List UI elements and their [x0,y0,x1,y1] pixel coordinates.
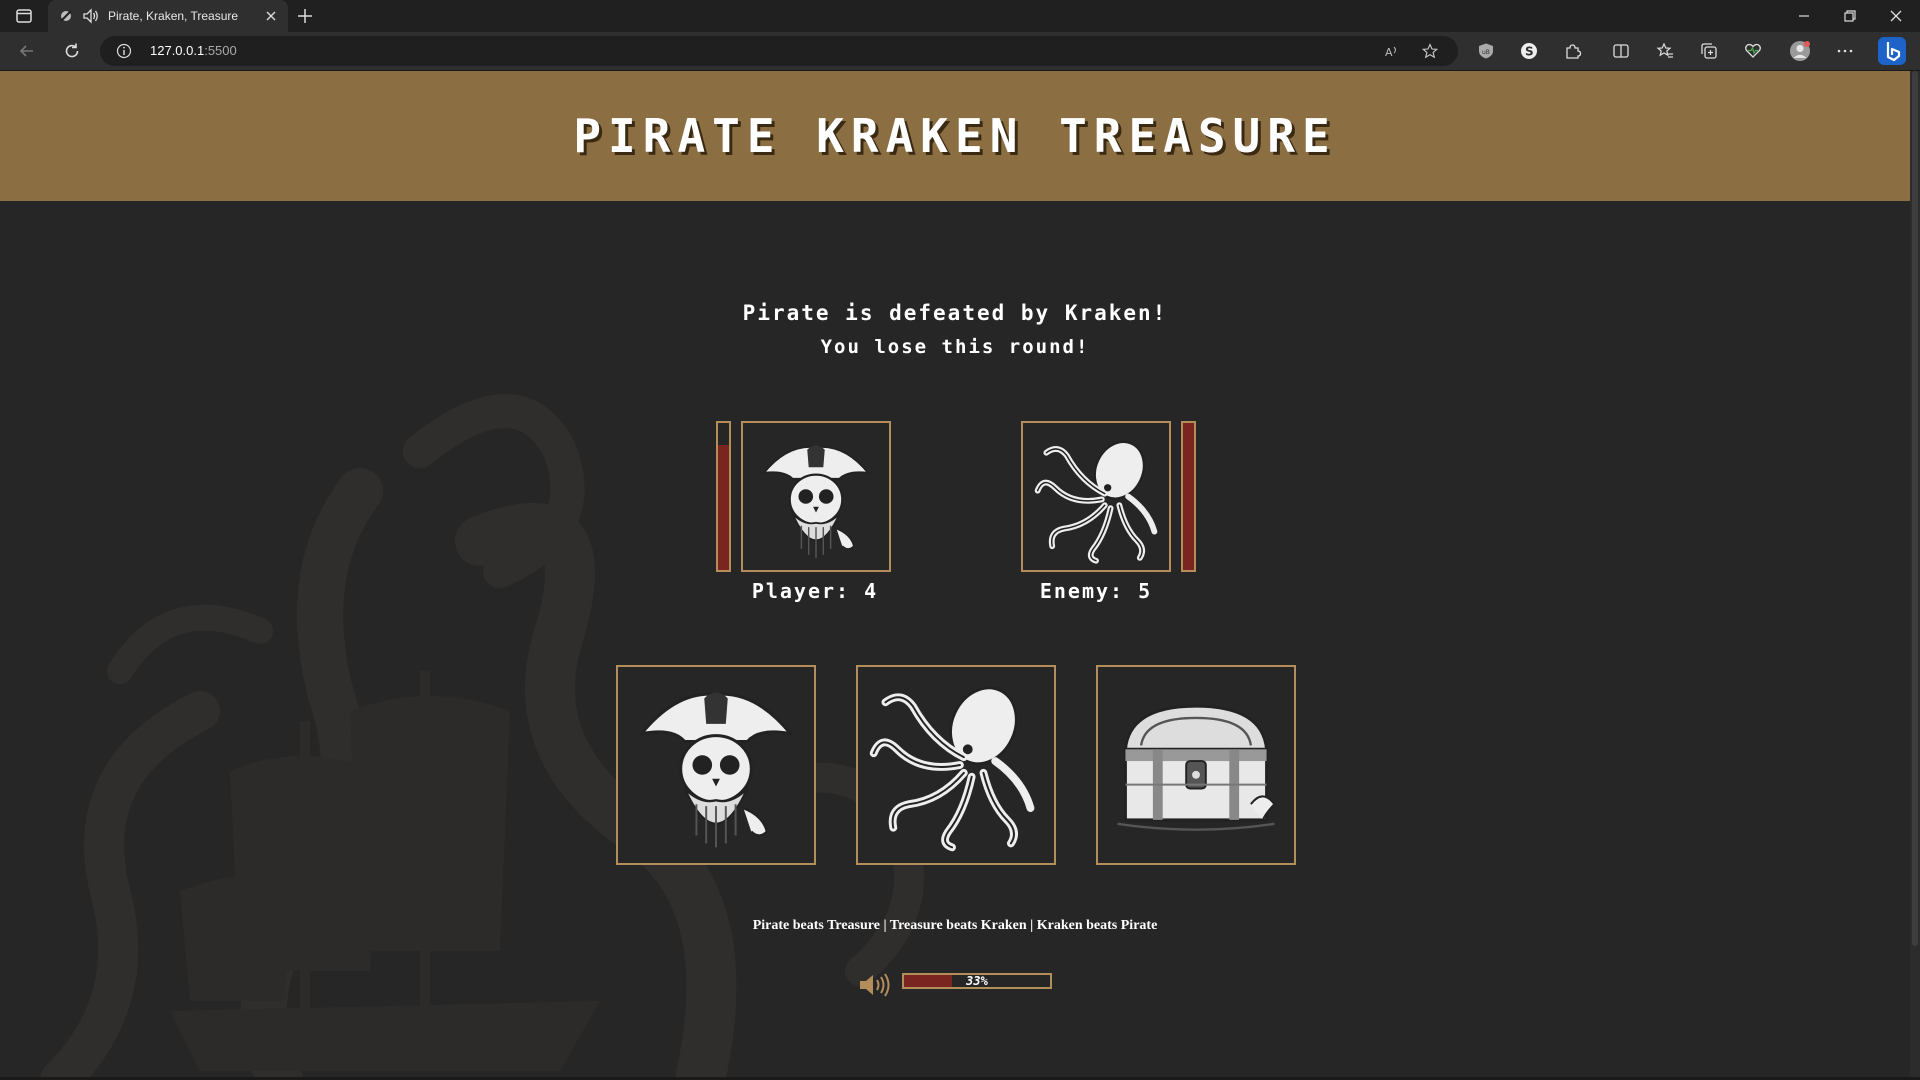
svg-text:uB: uB [1482,49,1490,56]
url-port: :5500 [204,43,237,58]
site-favicon-icon [60,10,72,22]
tab-audio-icon[interactable] [82,8,100,24]
kraken-choice-button[interactable] [856,665,1056,865]
browser-essentials-icon[interactable] [1744,42,1762,60]
favorites-icon[interactable] [1656,42,1674,60]
volume-percent: 33% [966,974,988,988]
minimize-icon[interactable] [1796,8,1812,24]
volume-slider[interactable]: 33% [902,973,1052,989]
site-info-icon[interactable] [116,43,132,59]
tab-title: Pirate, Kraken, Treasure [108,9,239,23]
pirate-skull-icon [637,692,795,848]
browser-tab-bar: Pirate, Kraken, Treasure [0,0,1920,32]
page-scrollbar[interactable] [1910,71,1920,1080]
close-tab-icon[interactable] [264,9,278,23]
ublock-shield-icon[interactable]: uB [1477,42,1495,60]
enemy-score: Enemy: 5 [1039,579,1153,603]
player-health-fill [718,445,729,570]
refresh-icon[interactable] [62,41,82,61]
browser-tab[interactable]: Pirate, Kraken, Treasure [48,0,288,32]
scrollbar-thumb[interactable] [1912,71,1918,946]
treasure-choice-button[interactable] [1096,665,1296,865]
game-page: PIRATE KRAKEN TREASURE Pirate is defeate… [0,71,1920,1080]
enemy-health-fill [1183,423,1194,570]
player-choice-card [741,421,891,572]
favorite-star-icon[interactable] [1422,43,1438,59]
extension-s-icon[interactable]: S [1520,42,1538,60]
back-icon[interactable] [17,41,37,61]
player-health-bar [716,421,731,572]
svg-text:S: S [1525,45,1534,59]
pirate-skull-icon [760,445,872,558]
game-header: PIRATE KRAKEN TREASURE [0,71,1910,201]
tab-actions-icon[interactable] [14,6,34,26]
bing-copilot-icon[interactable] [1878,37,1906,65]
url-text: 127.0.0.1:5500 [150,43,237,58]
restore-icon[interactable] [1842,8,1858,24]
split-screen-icon[interactable] [1612,42,1630,60]
extensions-puzzle-icon[interactable] [1564,42,1582,60]
enemy-choice-card [1021,421,1171,572]
round-result-message: Pirate is defeated by Kraken! [742,301,1168,325]
enemy-health-bar [1181,421,1196,572]
treasure-chest-icon [1117,704,1276,831]
pirate-choice-button[interactable] [616,665,816,865]
game-title: PIRATE KRAKEN TREASURE [573,109,1337,163]
more-options-icon[interactable] [1836,42,1854,60]
browser-toolbar: 127.0.0.1:5500 A uB S [0,32,1920,71]
svg-text:A: A [1385,46,1393,59]
address-bar[interactable]: 127.0.0.1:5500 A [100,36,1458,66]
new-tab-icon[interactable] [296,7,314,25]
url-host: 127.0.0.1 [150,43,205,58]
volume-speaker-icon[interactable] [857,971,891,999]
read-aloud-icon[interactable]: A [1384,43,1400,59]
kraken-octopus-icon [1034,440,1158,564]
collections-icon[interactable] [1700,42,1718,60]
player-score: Player: 4 [751,579,879,603]
round-outcome-message: You lose this round! [820,336,1090,358]
game-rules-text: Pirate beats Treasure | Treasure beats K… [752,918,1158,933]
kraken-octopus-icon [869,686,1035,852]
close-window-icon[interactable] [1888,8,1904,24]
profile-avatar-icon[interactable] [1789,40,1811,62]
